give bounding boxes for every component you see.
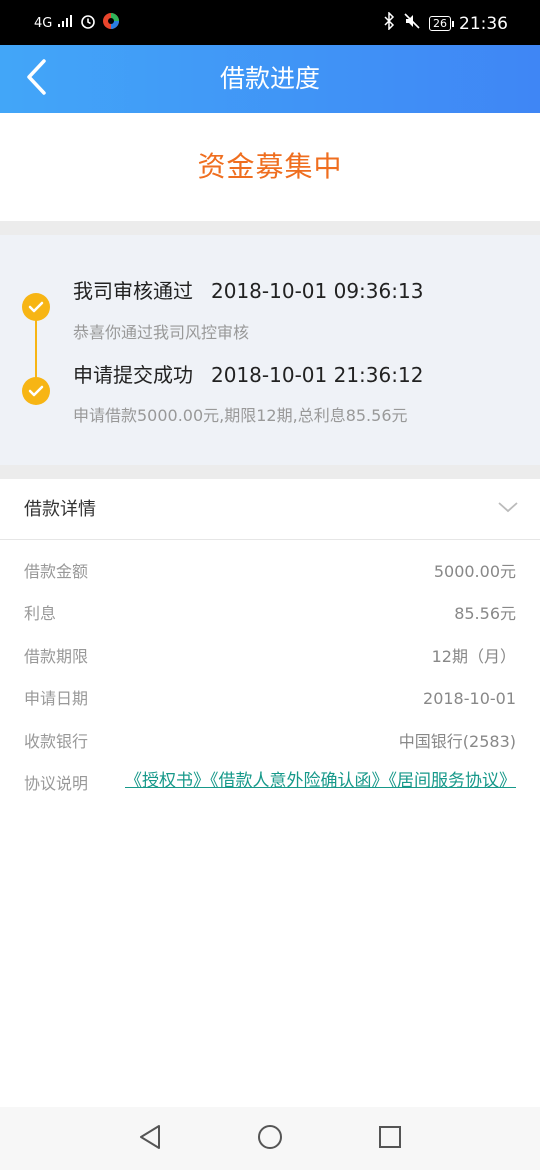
page-title: 借款进度	[219, 64, 320, 93]
loan-status-text: 资金募集中	[197, 150, 343, 183]
detail-label: 申请日期	[24, 689, 89, 708]
step-name: 我司审核通过	[73, 279, 193, 303]
battery-icon: 26	[429, 16, 454, 31]
app-notification-icon	[102, 12, 120, 34]
details-title: 借款详情	[24, 499, 96, 520]
alarm-icon	[80, 13, 96, 33]
progress-timeline: 我司审核通过 2018-10-01 09:36:13 恭喜你通过我司风控审核 申请…	[0, 235, 540, 465]
square-recents-icon	[378, 1125, 402, 1153]
timeline-step-title: 我司审核通过 2018-10-01 09:36:13	[73, 275, 423, 304]
mute-icon	[403, 12, 421, 35]
step-name: 申请提交成功	[73, 363, 193, 387]
service-agreement-link[interactable]: 《居间服务协议》	[389, 771, 517, 791]
chevron-down-icon	[498, 499, 518, 518]
agreement-links: 《授权书》《借款人意外险确认函》《居间服务协议》	[120, 769, 516, 793]
check-circle-icon	[22, 377, 50, 405]
step-time: 2018-10-01 09:36:13	[211, 279, 424, 303]
network-type: 4G	[34, 15, 53, 31]
triangle-back-icon	[138, 1124, 162, 1154]
detail-label: 协议说明	[24, 774, 89, 793]
detail-label: 借款期限	[24, 647, 89, 666]
status-banner: 资金募集中	[0, 113, 540, 221]
timeline-step-desc: 申请借款5000.00元,期限12期,总利息85.56元	[73, 406, 408, 425]
authorization-link[interactable]: 《授权书》	[125, 771, 210, 791]
detail-row-date: 申请日期 2018-10-01	[24, 684, 516, 714]
step-time: 2018-10-01 21:36:12	[211, 363, 424, 387]
detail-value: 中国银行(2583)	[398, 732, 516, 751]
detail-row-amount: 借款金额 5000.00元	[24, 557, 516, 587]
section-divider	[0, 465, 540, 479]
detail-value: 12期（月）	[431, 647, 516, 666]
insurance-confirmation-link[interactable]: 《借款人意外险确认函》	[210, 771, 389, 791]
detail-row-bank: 收款银行 中国银行(2583)	[24, 727, 516, 757]
detail-label: 收款银行	[24, 732, 89, 751]
detail-value: 85.56元	[454, 604, 516, 623]
detail-value: 5000.00元	[433, 562, 516, 581]
nav-back-button[interactable]	[135, 1124, 165, 1154]
circle-home-icon	[257, 1124, 283, 1154]
system-nav-bar	[0, 1107, 540, 1170]
app-header: 借款进度	[0, 45, 540, 113]
detail-label: 利息	[24, 604, 57, 623]
bluetooth-icon	[383, 11, 395, 35]
back-button[interactable]	[12, 55, 60, 103]
detail-value: 2018-10-01	[423, 689, 516, 708]
detail-label: 借款金额	[24, 562, 89, 581]
chevron-left-icon	[25, 59, 47, 99]
detail-row-term: 借款期限 12期（月）	[24, 642, 516, 672]
status-right: 26 21:36	[383, 11, 508, 35]
status-bar: 4G 26 21:36	[0, 0, 540, 45]
timeline-step-title: 申请提交成功 2018-10-01 21:36:12	[73, 359, 423, 388]
check-circle-icon	[22, 293, 50, 321]
nav-recents-button[interactable]	[375, 1124, 405, 1154]
loan-details-toggle[interactable]: 借款详情	[0, 479, 540, 540]
timeline-step-desc: 恭喜你通过我司风控审核	[73, 323, 250, 342]
detail-row-interest: 利息 85.56元	[24, 599, 516, 629]
status-left: 4G	[34, 12, 120, 34]
nav-home-button[interactable]	[255, 1124, 285, 1154]
section-divider	[0, 221, 540, 235]
clock: 21:36	[459, 13, 508, 34]
signal-icon	[58, 15, 74, 31]
